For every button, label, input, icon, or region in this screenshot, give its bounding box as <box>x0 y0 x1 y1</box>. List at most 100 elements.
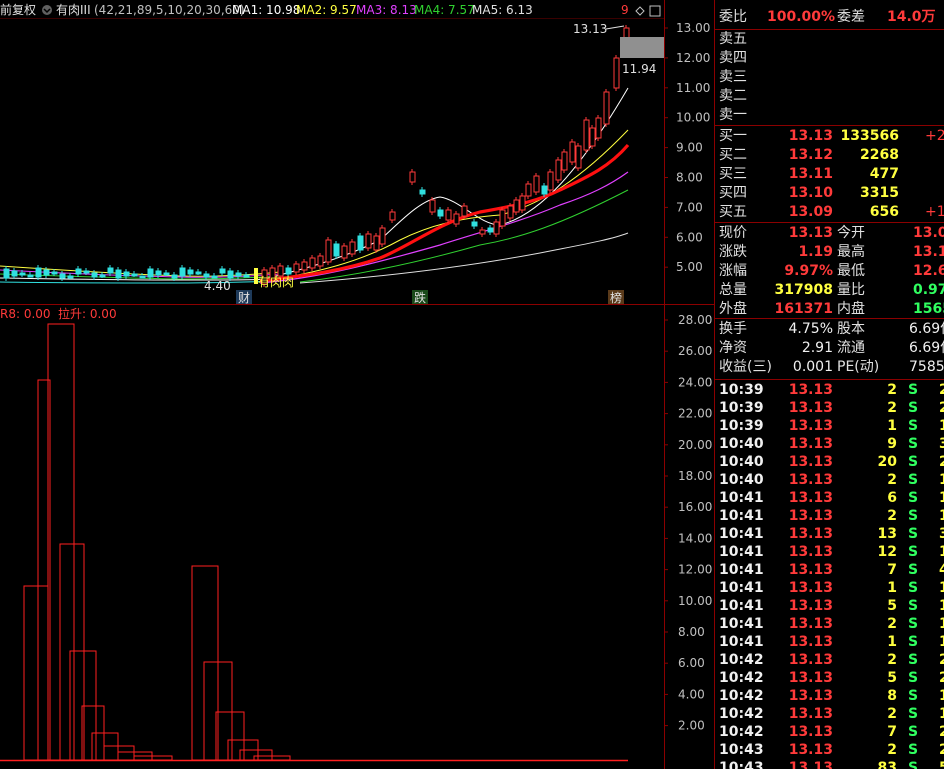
tick-volume: 5 <box>887 670 897 686</box>
diamond-icon[interactable] <box>635 6 645 16</box>
tick-time: 10:41 <box>719 526 764 542</box>
candle <box>293 263 300 273</box>
tick-row: 10:42 13.13 5S 2 <box>715 669 944 688</box>
tick-volume: 2 <box>887 652 897 668</box>
candle <box>243 274 250 278</box>
tick-count: 1 <box>939 597 944 616</box>
ask-row: 卖五 <box>715 30 944 49</box>
candle <box>365 233 372 249</box>
candle <box>349 241 356 255</box>
tick-side: S <box>908 508 919 524</box>
event-labels[interactable]: 财 跌 榜 <box>236 290 624 305</box>
candle <box>19 272 26 276</box>
bid-price: 13.13 <box>788 128 833 144</box>
candle <box>171 274 178 279</box>
ratio-label: 委比 <box>719 9 747 25</box>
ask-label: 卖三 <box>719 69 747 85</box>
tick-side: S <box>908 598 919 614</box>
candlesticks[interactable] <box>3 25 630 287</box>
stat-value: 1.19 <box>798 244 833 260</box>
candle <box>487 227 494 233</box>
tick-volume: 8 <box>887 688 897 704</box>
tick-price: 13.13 <box>788 436 833 452</box>
price-axis-label: 8.00 <box>676 171 703 185</box>
tick-row: 10:41 13.13 12 S 1 <box>715 543 944 562</box>
event-label-die[interactable]: 跌 <box>414 290 426 305</box>
candle <box>83 270 90 274</box>
tick-count: 3 <box>939 525 944 544</box>
candle <box>309 257 316 269</box>
tick-price: 13.13 <box>788 490 833 506</box>
tick-row: 10:41 13.13 2S 1 <box>715 615 944 634</box>
tick-side: S <box>908 742 919 758</box>
tick-price: 13.13 <box>788 760 833 769</box>
tick-row: 10:42 13.13 2S 1 <box>715 705 944 724</box>
ask-label: 卖四 <box>719 50 747 66</box>
sub-axis-label: 10.00 <box>678 594 712 608</box>
ratio-value: 100.00% <box>767 9 836 25</box>
bid-label: 买五 <box>719 204 747 220</box>
sub-bar <box>59 543 85 761</box>
fund-value: 0.001 <box>792 359 833 375</box>
candle <box>499 209 506 227</box>
candle <box>533 175 540 193</box>
stat-value-2: 12.65 <box>913 263 944 279</box>
tick-time: 10:40 <box>719 472 764 488</box>
chart-area[interactable]: 前复权 有肉III (42,21,89,5,10,20,30,60) MA1: … <box>0 0 714 769</box>
dropdown-icon[interactable] <box>42 5 52 15</box>
tick-price: 13.13 <box>788 526 833 542</box>
candle <box>357 235 364 251</box>
candle <box>373 235 380 251</box>
indicator-params: (42,21,89,5,10,20,30,60) <box>94 3 245 17</box>
maximize-icon[interactable] <box>649 5 661 17</box>
tick-count: 2 <box>939 669 944 688</box>
event-label-cai[interactable]: 财 <box>238 291 250 305</box>
tick-side: S <box>908 544 919 560</box>
fund-label-2: 股本 <box>837 321 865 337</box>
tick-side: S <box>908 472 919 488</box>
stat-row: 涨幅 9.97%最低 12.65 <box>715 262 944 281</box>
sub-bar <box>103 745 135 761</box>
tick-count: 2 <box>939 381 944 400</box>
sub-axis-label: 12.00 <box>678 563 712 577</box>
tick-price: 13.13 <box>788 472 833 488</box>
candle <box>35 267 42 278</box>
tick-row: 10:3913.132S2 <box>715 399 944 418</box>
fund-value: 2.91 <box>801 340 833 356</box>
tick-volume: 1 <box>887 580 897 596</box>
sub-axis-label: 16.00 <box>678 500 712 514</box>
bid-volume: 3315 <box>860 185 899 201</box>
tick-side: S <box>908 490 919 506</box>
bid-price: 13.09 <box>788 204 833 220</box>
candle <box>589 127 596 147</box>
tick-row: 10:43 13.13 83 S 5 <box>715 759 944 769</box>
candle <box>479 229 486 235</box>
tick-side: S <box>908 760 919 769</box>
candle <box>123 271 130 277</box>
tick-time: 10:41 <box>719 616 764 632</box>
tick-price: 13.13 <box>788 670 833 686</box>
candle <box>569 141 576 163</box>
sub-label-lasheng: 拉升: 0.00 <box>58 306 117 321</box>
tick-time: 10:39 <box>719 418 764 434</box>
fund-value: 4.75% <box>788 321 833 337</box>
fund-label: 换手 <box>719 321 747 337</box>
tick-volume: 2 <box>887 706 897 722</box>
tick-price: 13.13 <box>788 598 833 614</box>
candle <box>555 159 562 181</box>
price-axis-label: 9.00 <box>676 141 703 155</box>
fund-row: 换手 4.75%股本 6.69亿 <box>715 320 944 339</box>
tick-volume: 2 <box>887 400 897 416</box>
restore-mode[interactable]: 前复权 <box>0 2 36 17</box>
candle <box>507 205 514 219</box>
candle <box>341 245 348 259</box>
stat-value: 13.13 <box>788 225 833 241</box>
event-label-bang[interactable]: 榜 <box>610 290 622 305</box>
candle <box>115 269 122 279</box>
tick-price: 13.13 <box>788 544 833 560</box>
sub-axis-label: 26.00 <box>678 344 712 358</box>
candle <box>285 267 292 275</box>
tick-count: 3 <box>939 435 944 454</box>
tick-row: 10:41 13.13 7S 4 <box>715 561 944 580</box>
tick-time: 10:41 <box>719 580 764 596</box>
